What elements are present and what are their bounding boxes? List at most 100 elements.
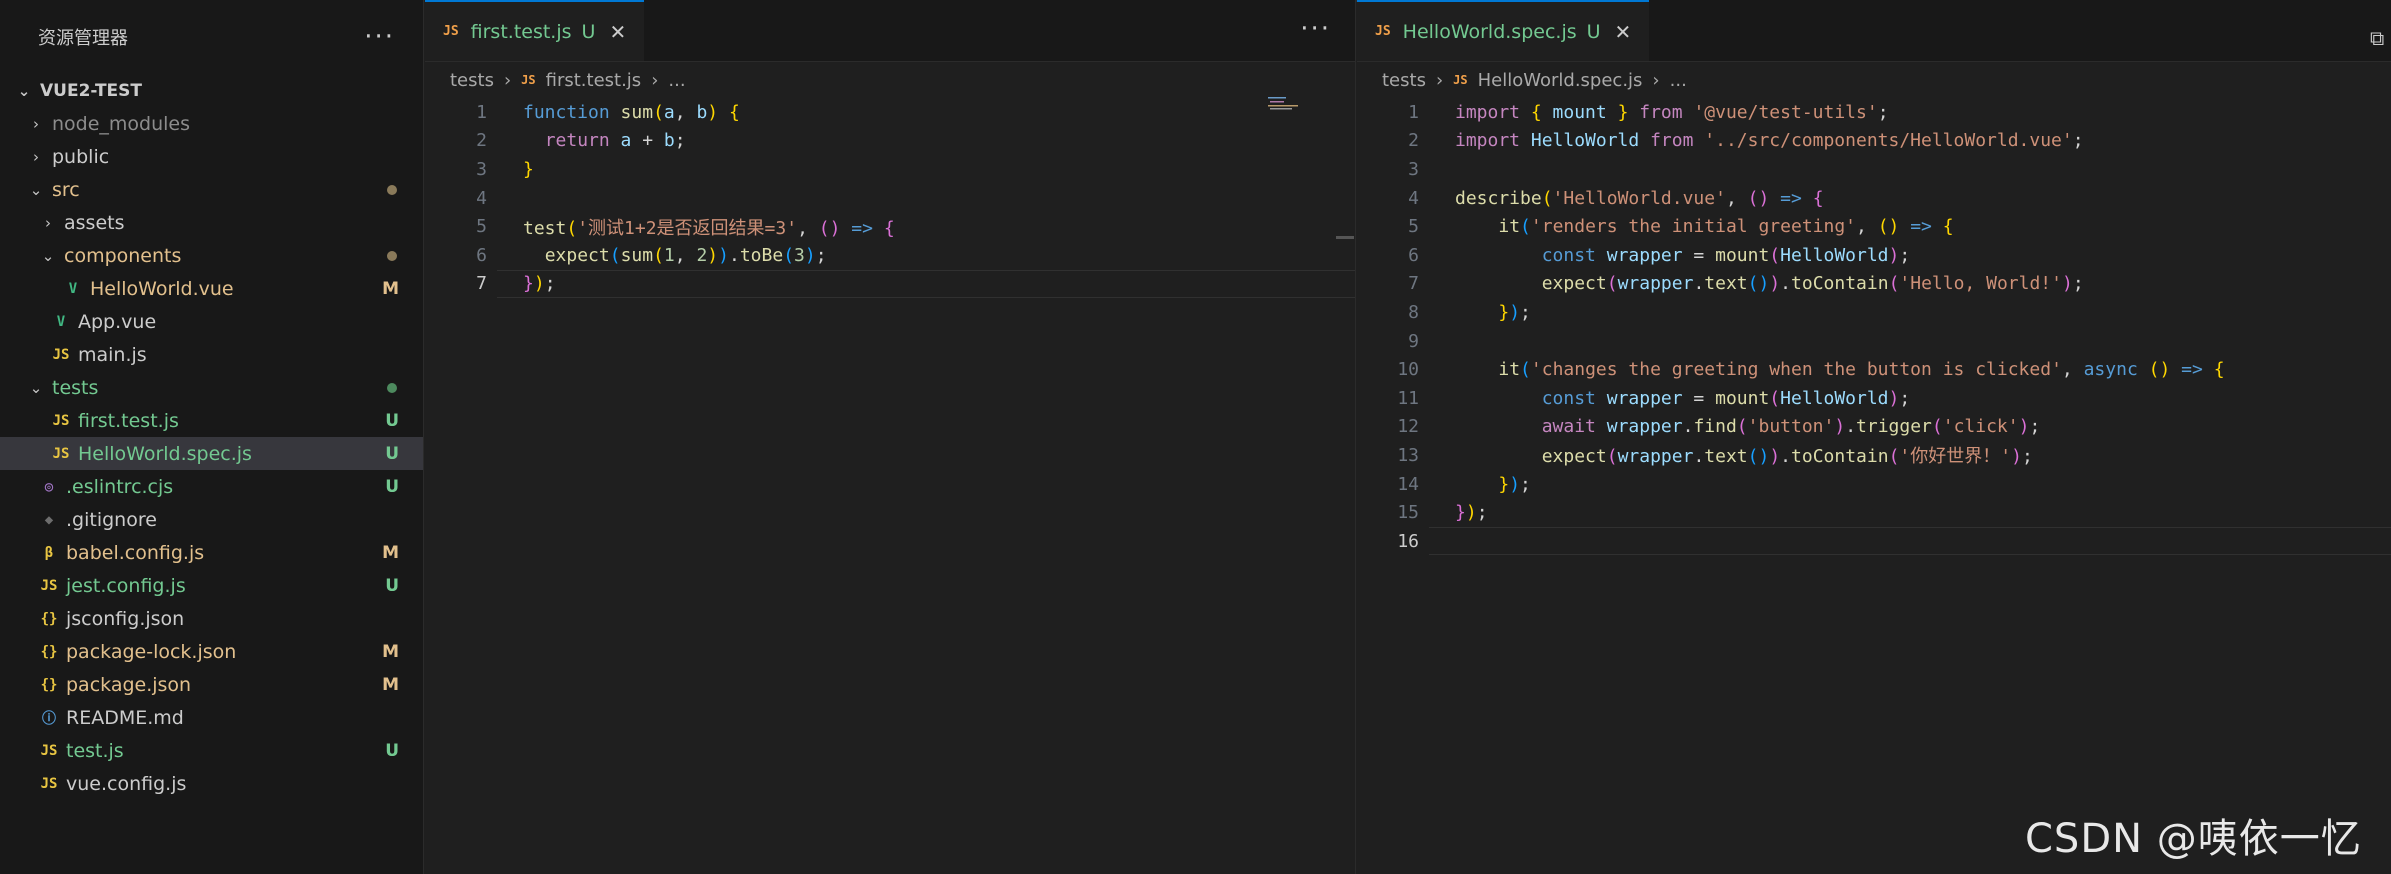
chevron-right-icon: ›	[33, 114, 39, 133]
code-line: 13 expect(wrapper.text()).toContain('你好世…	[1357, 441, 2391, 470]
minimap[interactable]	[1268, 95, 1308, 115]
code-text: it('changes the greeting when the button…	[1419, 359, 2225, 381]
chevron-right-icon: ›	[503, 69, 512, 91]
breadcrumb-symbols[interactable]: ...	[668, 70, 685, 91]
tree-item[interactable]: {} package.json M	[0, 668, 423, 701]
project-root[interactable]: ⌄ VUE2-TEST	[0, 74, 423, 107]
code-token: (	[1888, 273, 1900, 295]
code-token: async	[2083, 359, 2149, 381]
breadcrumb-symbols[interactable]: ...	[1670, 70, 1687, 91]
js-file-icon: JS	[40, 742, 58, 759]
vue-file-icon: V	[56, 313, 66, 330]
tree-item[interactable]: β babel.config.js M	[0, 536, 423, 569]
tree-item[interactable]: JS first.test.js U	[0, 404, 423, 437]
tree-item[interactable]: V App.vue	[0, 305, 423, 338]
code-token: text	[1704, 446, 1748, 468]
breadcrumb: tests › JS HelloWorld.spec.js › ...	[1357, 62, 2391, 98]
code-token: }	[1606, 101, 1629, 123]
code-token: ,	[674, 244, 697, 266]
tree-item[interactable]: V HelloWorld.vue M	[0, 272, 423, 305]
code-token: =>	[1910, 216, 1932, 238]
git-status-badge: M	[382, 542, 399, 563]
tree-item[interactable]: › public	[0, 140, 423, 173]
git-status-badge: U	[385, 443, 399, 464]
tree-item[interactable]: {} jsconfig.json	[0, 602, 423, 635]
tree-item[interactable]: › node_modules	[0, 107, 423, 140]
line-number: 4	[1408, 187, 1419, 209]
tree-item[interactable]: ◆ .gitignore	[0, 503, 423, 536]
status-dot	[387, 250, 397, 261]
line-number: 7	[476, 273, 487, 295]
js-file-icon: JS	[52, 445, 70, 462]
chevron-right-icon: ›	[651, 69, 659, 91]
tree-item-label: .gitignore	[66, 508, 157, 531]
more-actions-icon[interactable]: ···	[1300, 16, 1331, 42]
close-icon[interactable]: ✕	[1615, 20, 1632, 44]
breadcrumb-file[interactable]: HelloWorld.spec.js	[1478, 70, 1643, 91]
line-number: 12	[1397, 416, 1419, 438]
code-editor-left[interactable]: 1 function sum(a, b) {2 return a + b; 3} 4 5…	[425, 98, 1355, 298]
code-text: return a + b;	[487, 130, 686, 151]
tree-item-label: HelloWorld.spec.js	[78, 442, 252, 465]
tree-item[interactable]: JS main.js	[0, 338, 423, 371]
tree-item[interactable]: {} package-lock.json M	[0, 635, 423, 668]
chevron-right-icon: ›	[1435, 69, 1444, 91]
code-token: wrapper	[1606, 244, 1683, 266]
git-status-badge: M	[382, 641, 399, 662]
breadcrumb-file[interactable]: first.test.js	[546, 70, 642, 91]
breadcrumb-folder[interactable]: tests	[450, 70, 494, 91]
line-number: 3	[1408, 158, 1419, 180]
tree-item[interactable]: ⓘ README.md	[0, 701, 423, 734]
code-token: wrapper	[1617, 273, 1694, 295]
ellipsis-icon[interactable]: ···	[364, 24, 395, 50]
code-editor-right[interactable]: 1 import { mount } from '@vue/test-utils'…	[1357, 98, 2391, 556]
code-token: ()	[818, 217, 841, 239]
line-number: 8	[1408, 301, 1419, 323]
tree-item[interactable]: ⌄ tests	[0, 371, 423, 404]
tab-helloworld-spec-js[interactable]: JS HelloWorld.spec.js U ✕	[1357, 0, 1650, 61]
status-dot	[387, 382, 397, 393]
code-line: 7});	[425, 269, 1355, 299]
code-line: 15});	[1357, 498, 2391, 527]
line-number: 9	[1408, 330, 1419, 352]
breadcrumb-folder[interactable]: tests	[1382, 70, 1426, 91]
code-token: (	[1769, 244, 1781, 266]
tree-item[interactable]: JS HelloWorld.spec.js U	[0, 437, 423, 470]
split-editor-icon[interactable]: ⧉	[2370, 26, 2384, 50]
code-token: )	[718, 244, 729, 266]
code-token: =>	[851, 217, 873, 239]
code-token: (	[1888, 446, 1900, 468]
tree-item[interactable]: ◎ .eslintrc.cjs U	[0, 470, 423, 503]
code-token: )	[1769, 446, 1781, 468]
tree-item[interactable]: ⌄ src	[0, 173, 423, 206]
code-token: )	[707, 101, 719, 123]
scrollbar-marker[interactable]	[1336, 236, 1354, 239]
tab-bar-right: JS HelloWorld.spec.js U ✕	[1357, 0, 2391, 62]
code-text: import { mount } from '@vue/test-utils';	[1419, 102, 1889, 123]
code-token: +	[631, 130, 664, 152]
minimap-line	[1270, 108, 1292, 110]
git-status-badge: U	[385, 476, 399, 497]
chevron-down-icon: ⌄	[29, 378, 43, 397]
tree-item[interactable]: ⌄ components	[0, 239, 423, 272]
code-token: =>	[1780, 187, 1802, 209]
code-token: {	[2213, 359, 2225, 381]
breadcrumb: tests › JS first.test.js › ...	[425, 62, 1355, 98]
tree-item[interactable]: JS jest.config.js U	[0, 569, 423, 602]
json-file-icon: {}	[40, 676, 58, 693]
tab-first-test-js[interactable]: JS first.test.js U ✕	[425, 0, 645, 61]
chevron-down-icon: ⌄	[41, 246, 55, 265]
editor-group-left: JS first.test.js U ✕ ··· tests › JS firs…	[425, 0, 1356, 874]
code-line: 3}	[425, 155, 1355, 184]
tree-item[interactable]: JS vue.config.js	[0, 767, 423, 800]
tree-item[interactable]: JS test.js U	[0, 734, 423, 767]
close-icon[interactable]: ✕	[609, 20, 626, 44]
code-token: import	[1455, 101, 1531, 123]
current-line-highlight	[1429, 527, 2391, 556]
code-token: =	[1682, 244, 1716, 266]
tree-item[interactable]: › assets	[0, 206, 423, 239]
code-token: wrapper	[1606, 416, 1683, 438]
